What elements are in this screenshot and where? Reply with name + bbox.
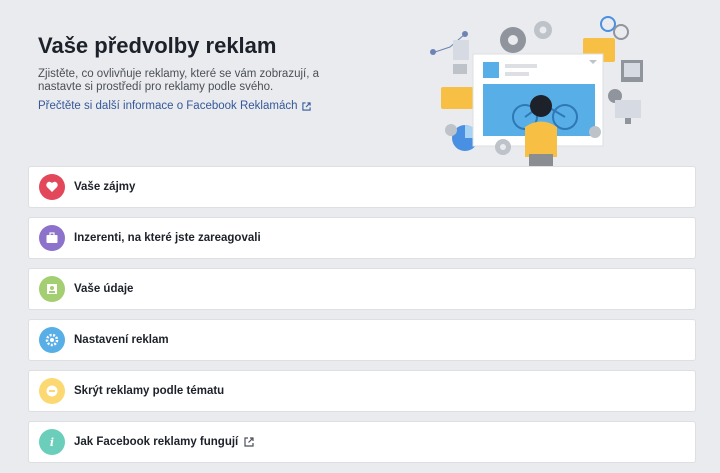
page-description: Zjistěte, co ovlivňuje reklamy, které se… <box>38 68 320 93</box>
item-label: Jak Facebook reklamy fungují <box>74 436 239 448</box>
profile-card-icon <box>39 276 65 302</box>
item-hide-ad-topics[interactable]: Skrýt reklamy podle tématu <box>28 370 696 412</box>
heart-icon <box>39 174 65 200</box>
preferences-list: Vaše zájmy Inzerenti, na které jste zare… <box>28 166 696 472</box>
item-label: Vaše údaje <box>74 283 134 295</box>
gear-icon <box>39 327 65 353</box>
page-header: Vaše předvolby reklam Zjistěte, co ovliv… <box>0 0 720 167</box>
item-how-ads-work[interactable]: i Jak Facebook reklamy fungují <box>28 421 696 463</box>
item-label: Inzerenti, na které jste zareagovali <box>74 232 261 244</box>
info-icon: i <box>39 429 65 455</box>
learn-more-link[interactable]: Přečtěte si další informace o Facebook R… <box>38 100 311 112</box>
item-advertisers[interactable]: Inzerenti, na které jste zareagovali <box>28 217 696 259</box>
page-title: Vaše předvolby reklam <box>38 33 277 58</box>
item-ad-settings[interactable]: Nastavení reklam <box>28 319 696 361</box>
item-label: Vaše zájmy <box>74 181 136 193</box>
learn-more-label: Přečtěte si další informace o Facebook R… <box>38 100 298 112</box>
item-your-information[interactable]: Vaše údaje <box>28 268 696 310</box>
item-label: Nastavení reklam <box>74 334 169 346</box>
svg-text:i: i <box>50 436 54 449</box>
item-label: Skrýt reklamy podle tématu <box>74 385 225 397</box>
external-link-icon <box>301 101 311 111</box>
item-your-interests[interactable]: Vaše zájmy <box>28 166 696 208</box>
ad-preferences-illustration <box>430 16 643 167</box>
briefcase-icon <box>39 225 65 251</box>
external-link-icon <box>244 437 254 447</box>
minus-icon <box>39 378 65 404</box>
